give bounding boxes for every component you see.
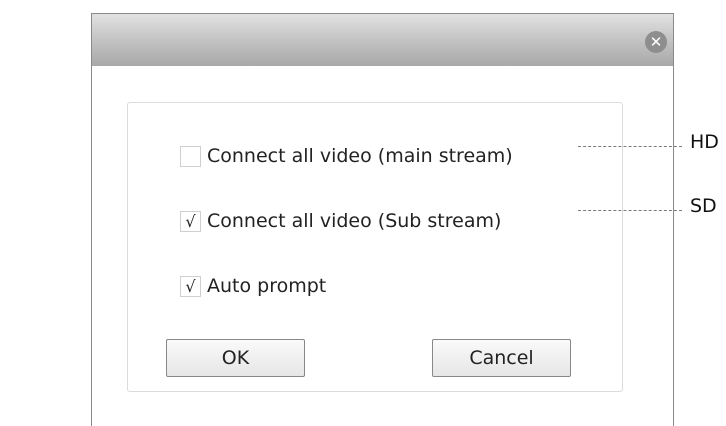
hd-annotation: HD [690,131,719,153]
connect-video-dialog: ✕ Connect all video (main stream) √ Conn… [91,13,674,426]
sd-leader-line [578,210,682,211]
checkbox-auto-prompt[interactable]: √ [180,275,201,297]
option-auto-prompt-label: Auto prompt [207,275,327,297]
options-group: Connect all video (main stream) √ Connec… [127,102,623,392]
checkbox-sub-stream[interactable]: √ [180,210,201,232]
checkbox-main-stream[interactable] [180,145,201,167]
option-auto-prompt[interactable]: √ Auto prompt [180,273,326,299]
ok-button[interactable]: OK [166,339,305,377]
hd-leader-line [578,146,682,147]
option-main-stream[interactable]: Connect all video (main stream) [180,143,513,169]
sd-annotation: SD [690,195,717,217]
screenshot-stage: ✕ Connect all video (main stream) √ Conn… [0,0,726,426]
close-icon[interactable]: ✕ [645,31,667,53]
cancel-button[interactable]: Cancel [432,339,571,377]
option-sub-stream-label: Connect all video (Sub stream) [207,210,502,232]
option-main-stream-label: Connect all video (main stream) [207,145,513,167]
option-sub-stream[interactable]: √ Connect all video (Sub stream) [180,208,501,234]
dialog-titlebar: ✕ [92,14,673,66]
